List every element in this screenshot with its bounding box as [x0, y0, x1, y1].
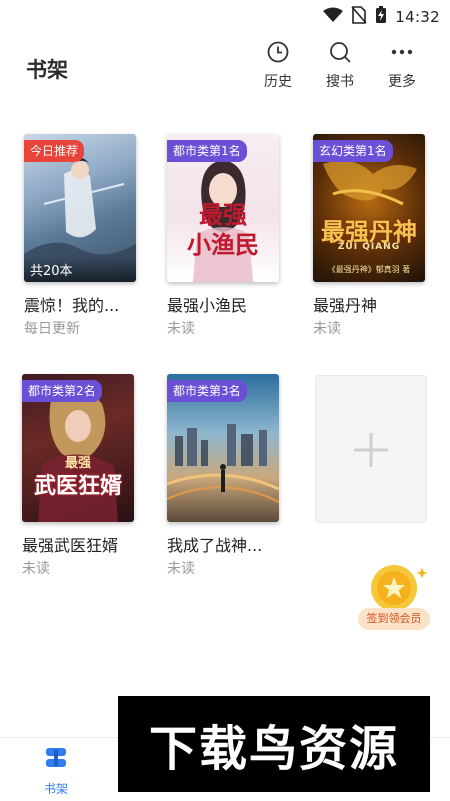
page-title: 书架	[26, 58, 68, 82]
book-title: 最强小渔民	[167, 296, 248, 315]
watermark-banner: 下载鸟资源	[118, 696, 430, 792]
battery-charging-icon	[375, 6, 387, 28]
rank-badge: 都市类第2名	[22, 380, 102, 402]
recommend-badge: 今日推荐	[24, 140, 85, 162]
history-button[interactable]: 历史	[256, 40, 300, 91]
more-label: 更多	[388, 74, 416, 90]
signin-vip-button[interactable]: 签到领会员	[358, 562, 430, 632]
rank-badge: 都市类第3名	[167, 380, 247, 402]
search-label: 搜书	[326, 74, 354, 90]
cover-title: 武医狂婿	[33, 474, 122, 499]
book-cover[interactable]: 都市类第3名	[167, 374, 279, 522]
cover-subtitle: ZUI QIANG	[337, 242, 401, 252]
watermark-text: 下载鸟资源	[148, 721, 399, 777]
book-status: 未读	[167, 321, 195, 337]
no-sim-icon	[351, 6, 367, 28]
book-status: 未读	[167, 561, 195, 577]
rank-badge: 玄幻类第1名	[313, 140, 393, 162]
book-count: 共20本	[24, 257, 136, 282]
book-cover[interactable]: 最强丹神 ZUI QIANG 《最强丹神》郁真羽 著 玄幻类第1名	[313, 134, 425, 282]
cover-author: 《最强丹神》郁真羽 著	[327, 265, 411, 274]
cover-title: 最强 小渔民	[187, 200, 259, 259]
book-status: 每日更新	[24, 321, 80, 337]
plus-icon	[354, 433, 388, 467]
book-title: 震惊！我的...	[24, 296, 120, 315]
coin-star-icon	[371, 565, 428, 611]
search-button[interactable]: 搜书	[318, 40, 362, 91]
rank-badge: 都市类第1名	[167, 140, 247, 162]
book-cover[interactable]: 最强 小渔民 都市类第1名	[167, 134, 279, 282]
book-cover[interactable]: 最强 武医狂婿 都市类第2名	[22, 374, 134, 522]
history-label: 历史	[264, 74, 292, 90]
status-bar: 14:32	[0, 0, 450, 30]
search-icon	[318, 40, 362, 64]
add-book-button[interactable]	[315, 375, 427, 523]
book-status: 未读	[22, 561, 50, 577]
more-button[interactable]: 更多	[380, 40, 424, 91]
tab-label: 书架	[43, 782, 68, 796]
book-title: 我成了战神...	[167, 536, 263, 555]
more-dots-icon	[380, 40, 424, 64]
status-time: 14:32	[395, 8, 440, 26]
clock-icon	[256, 40, 300, 64]
tab-bookshelf[interactable]: 书架	[21, 746, 91, 797]
wifi-icon	[323, 7, 344, 27]
book-cover[interactable]: 今日推荐 共20本	[24, 134, 136, 282]
book-title: 最强丹神	[313, 296, 378, 315]
book-status: 未读	[313, 321, 341, 337]
signin-label: 签到领会员	[358, 608, 430, 630]
book-title: 最强武医狂婿	[22, 536, 119, 555]
bookshelf-icon	[46, 748, 66, 767]
